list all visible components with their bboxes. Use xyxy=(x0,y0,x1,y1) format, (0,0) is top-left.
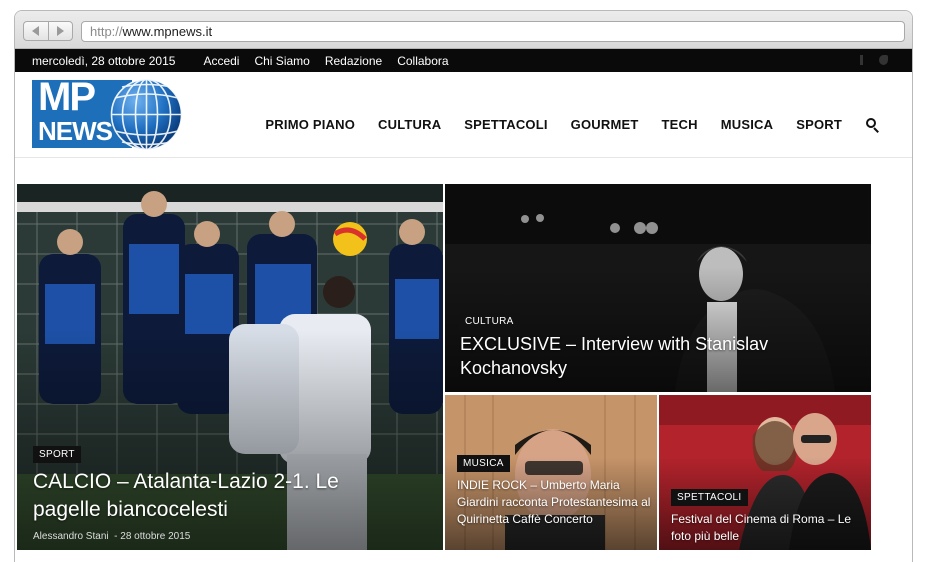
back-button[interactable] xyxy=(24,22,48,40)
category-badge-spettacoli[interactable]: SPETTACOLI xyxy=(671,489,748,506)
category-badge-cultura[interactable]: CULTURA xyxy=(459,313,520,330)
url-protocol: http:// xyxy=(90,24,123,39)
category-badge-sport[interactable]: SPORT xyxy=(33,446,81,463)
site-header: MP NEWS PRIMO PIANO CULTURA SPETTACOLI G… xyxy=(15,72,912,158)
main-navigation: PRIMO PIANO CULTURA SPETTACOLI GOURMET T… xyxy=(242,117,880,133)
address-bar[interactable]: http://www.mpnews.it xyxy=(81,21,905,42)
nav-item-sport[interactable]: SPORT xyxy=(796,117,842,132)
social-links xyxy=(860,55,888,65)
about-link[interactable]: Chi Siamo xyxy=(254,54,309,68)
globe-icon xyxy=(110,78,183,151)
featured-article-musica[interactable]: MUSICA INDIE ROCK – Umberto Maria Giardi… xyxy=(445,395,657,550)
nav-item-tech[interactable]: TECH xyxy=(662,117,698,132)
site-logo[interactable]: MP NEWS xyxy=(32,77,184,151)
current-date: mercoledì, 28 ottobre 2015 xyxy=(32,53,176,68)
login-link[interactable]: Accedi xyxy=(203,54,239,68)
sport-article-title[interactable]: CALCIO – Atalanta-Lazio 2-1. Le pagelle … xyxy=(33,468,363,524)
browser-toolbar: http://www.mpnews.it xyxy=(15,11,912,49)
category-badge-musica[interactable]: MUSICA xyxy=(457,455,510,472)
nav-item-musica[interactable]: MUSICA xyxy=(721,117,773,132)
cultura-article-title[interactable]: EXCLUSIVE – Interview with Stanislav Koc… xyxy=(460,332,820,380)
featured-article-spettacoli[interactable]: SPETTACOLI Festival del Cinema di Roma –… xyxy=(659,395,871,550)
history-buttons xyxy=(23,21,73,41)
search-icon[interactable] xyxy=(866,117,880,133)
sport-article-meta: Alessandro Stani - 28 ottobre 2015 xyxy=(33,531,191,542)
featured-article-cultura[interactable]: CULTURA EXCLUSIVE – Interview with Stani… xyxy=(445,184,871,392)
twitter-icon[interactable] xyxy=(879,55,888,65)
forward-arrow-icon xyxy=(56,26,64,36)
nav-item-gourmet[interactable]: GOURMET xyxy=(571,117,639,132)
collaborate-link[interactable]: Collabora xyxy=(397,54,448,68)
nav-item-spettacoli[interactable]: SPETTACOLI xyxy=(464,117,547,132)
forward-button[interactable] xyxy=(47,22,73,40)
nav-item-primo-piano[interactable]: PRIMO PIANO xyxy=(265,117,355,132)
article-author[interactable]: Alessandro Stani xyxy=(33,531,109,542)
article-date: 28 ottobre 2015 xyxy=(120,531,191,542)
editorial-link[interactable]: Redazione xyxy=(325,54,382,68)
back-arrow-icon xyxy=(32,26,40,36)
featured-article-sport[interactable]: SPORT CALCIO – Atalanta-Lazio 2-1. Le pa… xyxy=(17,184,443,550)
nav-item-cultura[interactable]: CULTURA xyxy=(378,117,441,132)
top-bar: mercoledì, 28 ottobre 2015 Accedi Chi Si… xyxy=(15,49,912,72)
spettacoli-article-title[interactable]: Festival del Cinema di Roma – Le foto pi… xyxy=(671,511,863,545)
facebook-icon[interactable] xyxy=(860,55,869,65)
musica-article-title[interactable]: INDIE ROCK – Umberto Maria Giardini racc… xyxy=(457,477,653,528)
url-host: www.mpnews.it xyxy=(122,24,213,39)
